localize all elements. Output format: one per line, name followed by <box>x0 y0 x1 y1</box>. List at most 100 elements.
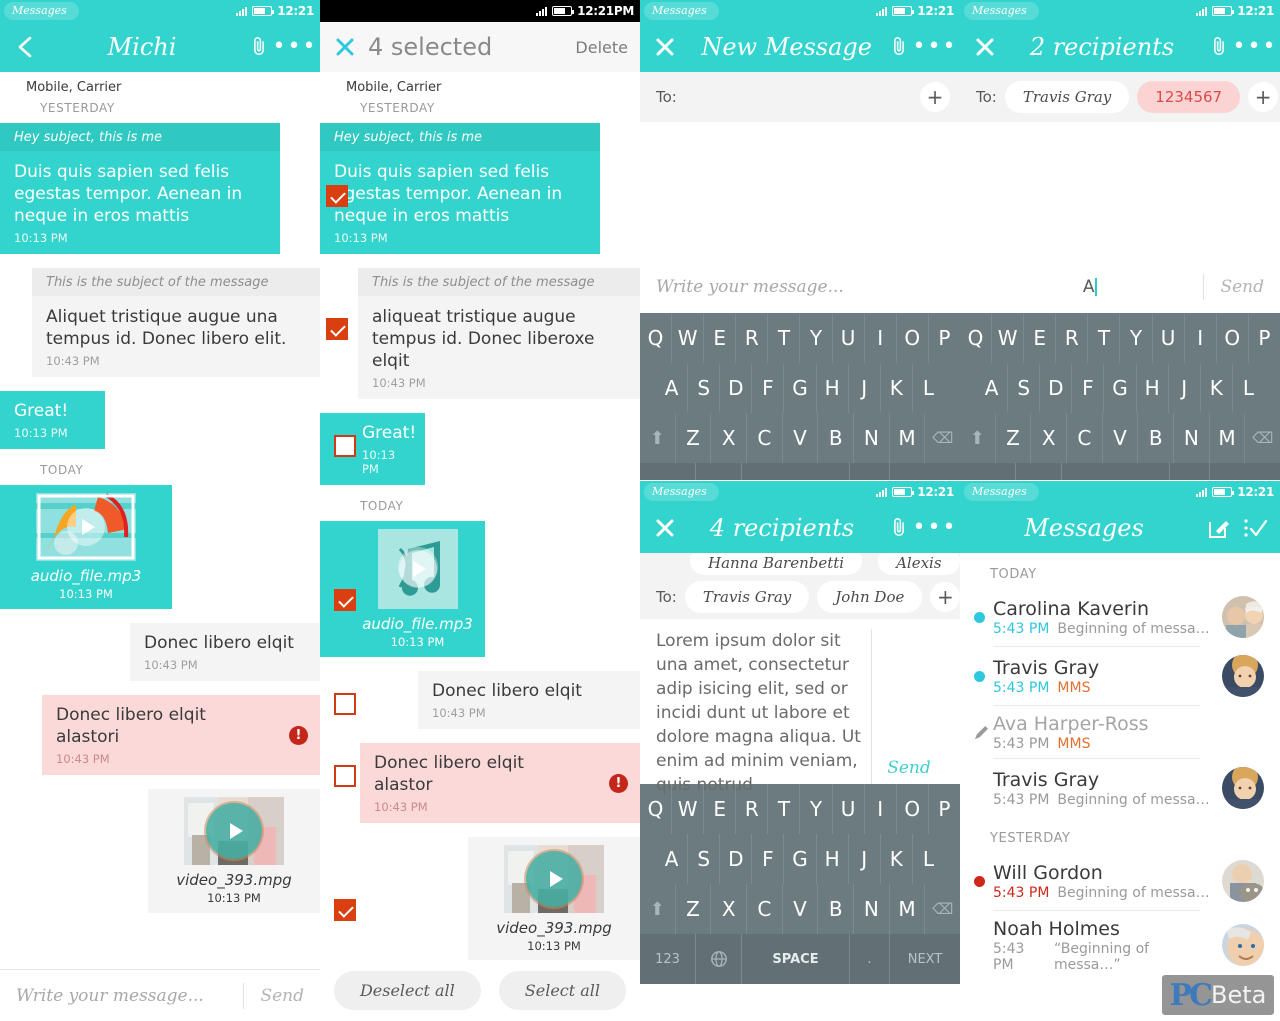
key-l[interactable]: L <box>913 834 944 884</box>
message-input-placeholder[interactable]: Write your message... <box>640 277 884 297</box>
message-composer[interactable]: Write your message... Send <box>640 261 960 313</box>
key-q[interactable]: Q <box>640 784 673 834</box>
key-n[interactable]: N <box>854 884 890 934</box>
list-item[interactable]: Will Gordon 5:43 PM Beginning of messa… <box>960 852 1280 910</box>
key-p[interactable]: P <box>929 313 960 363</box>
avatar[interactable] <box>1220 594 1266 640</box>
message-body-text[interactable]: Lorem ipsum dolor sit una amet, consecte… <box>656 629 872 795</box>
key-v[interactable]: V <box>1103 413 1139 463</box>
audio-thumbnail[interactable] <box>377 529 458 609</box>
key-h[interactable]: H <box>817 363 849 413</box>
recipient-chip[interactable]: John Doe <box>817 581 923 613</box>
delete-button[interactable]: Delete <box>575 38 628 57</box>
close-icon[interactable] <box>332 34 358 60</box>
message-row[interactable]: audio_file.mp3 10:13 PM <box>320 521 640 657</box>
paperclip-icon[interactable] <box>246 34 272 60</box>
selection-checkbox[interactable] <box>334 435 356 457</box>
message-body-area[interactable] <box>640 122 960 261</box>
key-m[interactable]: M <box>890 413 926 463</box>
send-button[interactable]: Send <box>872 629 946 784</box>
key-n[interactable]: N <box>1174 413 1210 463</box>
message-body-area[interactable] <box>960 122 1280 261</box>
key-p[interactable]: P <box>929 784 960 834</box>
backspace-icon[interactable]: ⌫ <box>1245 413 1280 463</box>
recipients-row[interactable]: To: Travis Gray John Doe + <box>640 575 960 619</box>
selection-checkbox[interactable] <box>334 589 356 611</box>
key-x[interactable]: X <box>711 413 748 463</box>
key-e[interactable]: E <box>704 784 737 834</box>
message-row[interactable]: video_393.mpg 10:13 PM <box>0 789 320 913</box>
list-item[interactable]: Ava Harper-Ross 5:43 PM MMS <box>960 706 1280 758</box>
recipient-chip[interactable]: Hanna Barenbetti <box>690 553 863 575</box>
key-i[interactable]: I <box>865 313 897 363</box>
paperclip-icon[interactable] <box>1206 34 1232 60</box>
recipient-chip-invalid[interactable]: 1234567 <box>1137 81 1241 113</box>
key-o[interactable]: O <box>897 784 929 834</box>
key-g[interactable]: G <box>784 363 817 413</box>
message-row[interactable]: Donec libero elqit 10:43 PM <box>0 623 320 681</box>
key-q[interactable]: Q <box>960 313 993 363</box>
plus-icon[interactable]: + <box>920 82 950 112</box>
key-period[interactable]: . <box>1170 463 1210 480</box>
error-icon[interactable]: ! <box>289 725 308 745</box>
key-m[interactable]: M <box>1210 413 1246 463</box>
message-row-failed[interactable]: Donec libero elqit alastori 10:43 PM ! <box>0 695 320 775</box>
key-next[interactable]: NEXT <box>890 934 960 984</box>
globe-icon[interactable] <box>696 463 742 480</box>
send-button[interactable]: Send <box>1203 274 1280 300</box>
key-k[interactable]: K <box>1201 363 1233 413</box>
key-d[interactable]: D <box>720 363 753 413</box>
message-row[interactable]: audio_file.mp3 10:13 PM <box>0 485 320 609</box>
key-l[interactable]: L <box>1233 363 1264 413</box>
list-item[interactable]: Noah Holmes 5:43 PM “Beginning of messa…… <box>960 911 1280 979</box>
recipient-chip[interactable]: Travis Gray <box>684 581 810 613</box>
message-bubble-audio[interactable]: audio_file.mp3 10:13 PM <box>0 485 172 609</box>
key-numbers[interactable]: 123 <box>960 463 1016 480</box>
onscreen-keyboard[interactable]: Q W E R T Y U I O P A S D F G H J K L ⬆ … <box>640 784 960 984</box>
message-row[interactable]: Great! 10:13 PM <box>0 391 320 449</box>
key-o[interactable]: O <box>1217 313 1249 363</box>
selection-checkbox[interactable] <box>334 693 356 715</box>
key-c[interactable]: C <box>1067 413 1103 463</box>
key-h[interactable]: H <box>817 834 849 884</box>
more-icon[interactable]: ••• <box>913 34 956 60</box>
message-composer[interactable]: A Send <box>960 261 1280 313</box>
more-icon[interactable]: ••• <box>273 34 316 60</box>
key-numbers[interactable]: 123 <box>640 463 696 480</box>
key-d[interactable]: D <box>1040 363 1073 413</box>
key-a[interactable]: A <box>656 363 689 413</box>
key-i[interactable]: I <box>1185 313 1217 363</box>
message-row[interactable]: video_393.mpg 10:13 PM <box>320 837 640 961</box>
avatar[interactable] <box>1220 922 1266 968</box>
key-x[interactable]: X <box>711 884 748 934</box>
key-f[interactable]: F <box>752 834 785 884</box>
paperclip-icon[interactable] <box>886 34 912 60</box>
key-x[interactable]: X <box>1031 413 1068 463</box>
key-r[interactable]: R <box>1056 313 1089 363</box>
key-u[interactable]: U <box>833 313 865 363</box>
key-period[interactable]: . <box>850 463 890 480</box>
key-t[interactable]: T <box>768 784 801 834</box>
key-space[interactable]: SPACE <box>742 934 850 984</box>
key-c[interactable]: C <box>747 884 783 934</box>
plus-icon[interactable]: + <box>930 582 960 612</box>
key-s[interactable]: S <box>688 363 721 413</box>
key-o[interactable]: O <box>897 313 929 363</box>
key-z[interactable]: Z <box>676 884 712 934</box>
recipients-row-overflow[interactable]: Hanna Barenbetti Alexis <box>640 553 960 575</box>
key-numbers[interactable]: 123 <box>640 934 696 984</box>
send-button[interactable]: Send <box>243 982 320 1009</box>
shift-icon[interactable]: ⬆ <box>960 413 996 463</box>
key-z[interactable]: Z <box>996 413 1032 463</box>
message-bubble-received[interactable]: Donec libero elqit 10:43 PM <box>130 623 320 681</box>
message-row-failed[interactable]: Donec libero elqit alastor 10:43 PM ! <box>320 743 640 823</box>
onscreen-keyboard[interactable]: Q W E R T Y U I O P A S D F G H J K L ⬆ … <box>960 313 1280 480</box>
shift-icon[interactable]: ⬆ <box>640 413 676 463</box>
plus-icon[interactable]: + <box>1248 82 1279 112</box>
paperclip-icon[interactable] <box>886 515 912 541</box>
key-k[interactable]: K <box>881 363 913 413</box>
recipient-chip[interactable]: Alexis <box>878 553 960 575</box>
key-u[interactable]: U <box>1153 313 1185 363</box>
globe-icon[interactable] <box>1016 463 1062 480</box>
message-bubble-received[interactable]: This is the subject of the message Aliqu… <box>32 268 320 377</box>
